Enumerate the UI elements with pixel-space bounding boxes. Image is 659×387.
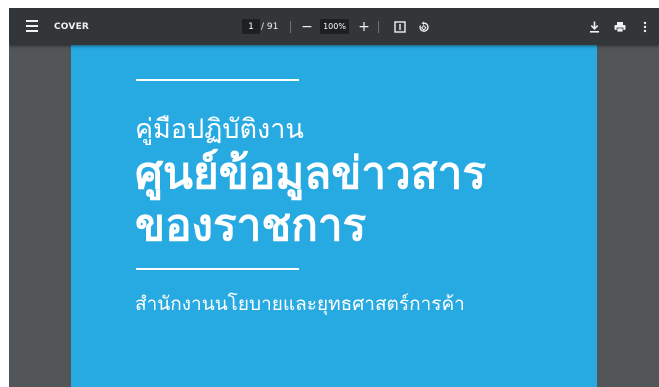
menu-icon[interactable]	[25, 20, 39, 32]
zoom-in-button[interactable]: +	[357, 8, 371, 45]
zoom-level-input[interactable]: 100%	[320, 19, 349, 34]
pdf-page: คู่มือปฏิบัติงาน ศูนย์ข้อมูลข่าวสาร ของร…	[71, 45, 597, 387]
page-number-input[interactable]: 1	[242, 19, 260, 34]
fit-page-icon[interactable]	[393, 8, 407, 45]
document-title: COVER	[54, 21, 90, 32]
agency-name: สำนักงานนโยบายและยุทธศาสตร์การค้า	[135, 293, 465, 315]
pdf-toolbar: COVER 1 / 91 − 100% +	[9, 8, 659, 45]
download-icon[interactable]	[587, 8, 601, 45]
more-options-icon[interactable]	[638, 8, 652, 45]
toolbar-divider	[378, 21, 379, 33]
pdf-viewer: COVER 1 / 91 − 100% + คู่มือปฏิบัติงาน ศ…	[9, 8, 659, 387]
top-divider-line	[136, 79, 299, 81]
rotate-icon[interactable]	[417, 8, 431, 45]
cover-title-line-1: ศูนย์ข้อมูลข่าวสาร	[135, 148, 486, 199]
page-total: / 91	[261, 21, 279, 32]
cover-title-line-2: ของราชการ	[135, 200, 367, 251]
manual-subtitle: คู่มือปฏิบัติงาน	[135, 114, 304, 145]
bottom-divider-line	[136, 268, 299, 270]
toolbar-divider	[290, 21, 291, 33]
zoom-out-button[interactable]: −	[300, 8, 314, 45]
print-icon[interactable]	[613, 8, 627, 45]
